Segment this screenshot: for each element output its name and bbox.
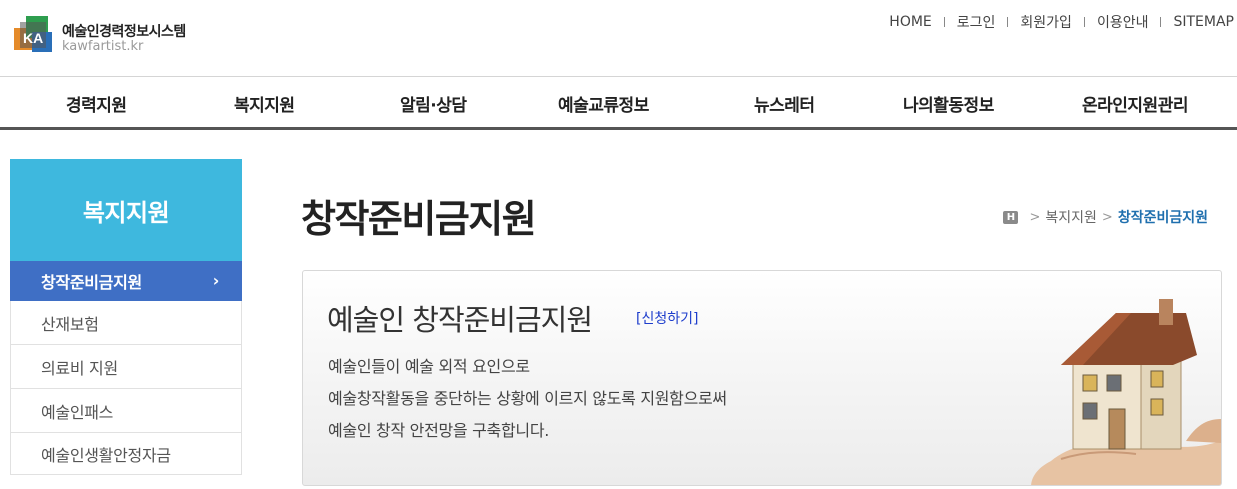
breadcrumb: H > 복지지원 > 창작준비금지원 (1003, 207, 1208, 227)
site-logo[interactable]: KA 예술인경력정보시스템 kawfartist.kr (12, 10, 232, 60)
gnb-my-activity[interactable]: 나의활동정보 (903, 91, 994, 116)
intro-line: 예술창작활동을 중단하는 상황에 이르지 않도록 지원함으로써 (328, 389, 727, 408)
page-title: 창작준비금지원 (301, 197, 537, 241)
intro-line: 예술인 창작 안전망을 구축합니다. (328, 421, 550, 440)
intro-title: 예술인 창작준비금지원 (327, 303, 593, 337)
gnb-welfare-support[interactable]: 복지지원 (234, 91, 295, 116)
home-icon[interactable]: H (1003, 210, 1019, 224)
house-in-hand-image (1031, 299, 1221, 485)
gnb-notice-consult[interactable]: 알림·상담 (400, 91, 467, 116)
util-sitemap-link[interactable]: SITEMAP (1161, 14, 1237, 30)
chevron-right-icon: > (1029, 209, 1041, 225)
sidebar-item-label: 예술인패스 (41, 402, 114, 422)
intro-box: 예술인 창작준비금지원 [신청하기] 예술인들이 예술 외적 요인으로 예술창작… (302, 270, 1222, 486)
main-nav: 경력지원 복지지원 알림·상담 예술교류정보 뉴스레터 나의활동정보 온라인지원… (0, 76, 1237, 130)
gnb-newsletter[interactable]: 뉴스레터 (754, 91, 815, 116)
sidebar-item-label: 창작준비금지원 (41, 272, 142, 292)
sidebar-title: 복지지원 (10, 159, 242, 261)
chevron-right-icon: > (1101, 209, 1113, 225)
sidebar-item-label: 산재보험 (41, 314, 99, 334)
logo-title: 예술인경력정보시스템 (62, 24, 186, 40)
intro-line: 예술인들이 예술 외적 요인으로 (328, 357, 530, 376)
sidebar-item-medical-support[interactable]: 의료비 지원 (10, 345, 242, 389)
breadcrumb-item[interactable]: 복지지원 (1045, 207, 1097, 227)
intro-description: 예술인들이 예술 외적 요인으로 예술창작활동을 중단하는 상황에 이르지 않도… (328, 351, 727, 447)
util-guide-link[interactable]: 이용안내 (1085, 12, 1161, 32)
sidebar-item-label: 예술인생활안정자금 (41, 445, 171, 465)
gnb-career-support[interactable]: 경력지원 (66, 91, 127, 116)
breadcrumb-current: 창작준비금지원 (1117, 210, 1208, 226)
sidebar: 복지지원 창작준비금지원 › 산재보험 의료비 지원 예술인패스 예술인생활안정… (10, 159, 242, 475)
util-signup-link[interactable]: 회원가입 (1008, 12, 1084, 32)
sidebar-item-creative-fund[interactable]: 창작준비금지원 › (10, 261, 242, 301)
header: KA 예술인경력정보시스템 kawfartist.kr HOME 로그인 회원가… (0, 0, 1237, 77)
util-login-link[interactable]: 로그인 (945, 12, 1008, 32)
gnb-online-support[interactable]: 온라인지원관리 (1082, 91, 1188, 116)
utility-nav: HOME 로그인 회원가입 이용안내 SITEMAP (877, 12, 1237, 32)
logo-mark-text: KA (23, 30, 43, 46)
logo-subtitle: kawfartist.kr (62, 39, 144, 54)
apply-link[interactable]: [신청하기] (636, 308, 698, 328)
util-home-link[interactable]: HOME (877, 14, 943, 30)
logo-mark-icon: KA (14, 16, 52, 52)
sidebar-item-artist-pass[interactable]: 예술인패스 (10, 389, 242, 433)
gnb-art-exchange[interactable]: 예술교류정보 (558, 91, 649, 116)
sidebar-item-living-fund[interactable]: 예술인생활안정자금 (10, 433, 242, 475)
chevron-right-icon: › (212, 271, 220, 290)
sidebar-item-industrial-insurance[interactable]: 산재보험 (10, 301, 242, 345)
sidebar-item-label: 의료비 지원 (41, 358, 118, 378)
